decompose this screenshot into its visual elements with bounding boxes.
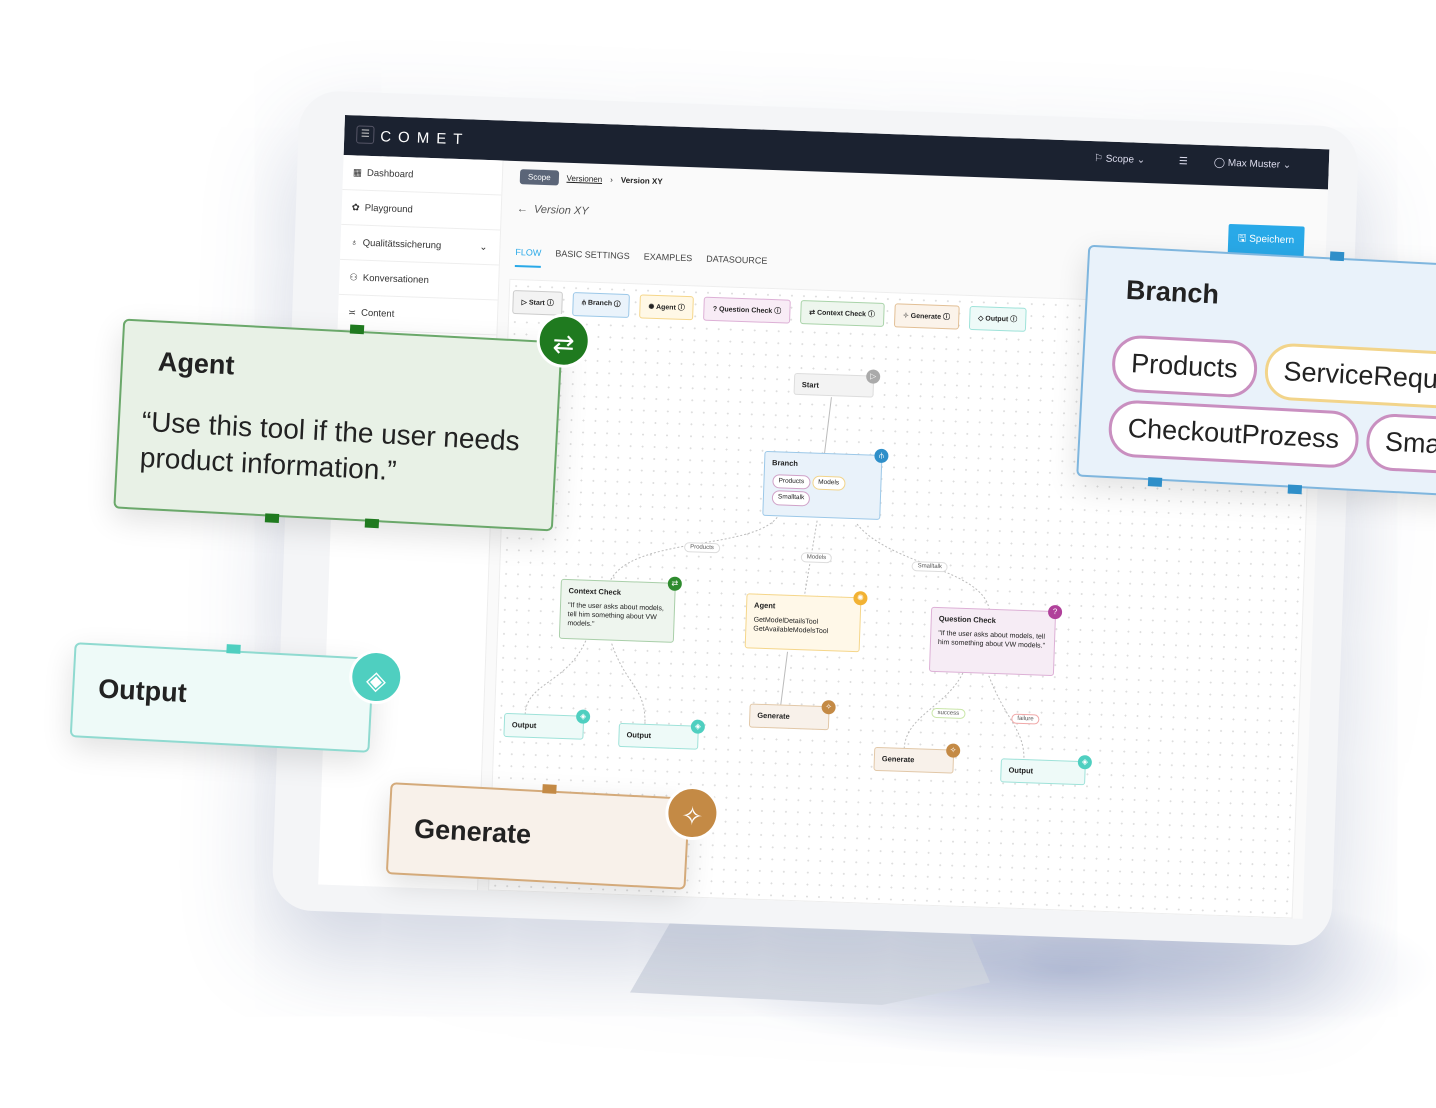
port xyxy=(264,513,280,524)
node-title: Output xyxy=(511,720,537,731)
port xyxy=(1329,251,1345,262)
node-agent[interactable]: Agent GetModelDetailsTool GetAvailableMode… xyxy=(744,591,868,653)
node-output-2[interactable]: Output ◈ xyxy=(618,719,706,750)
output-card-title: Output xyxy=(97,673,188,709)
node-title: Question Check xyxy=(938,614,997,626)
node-text: "If the user asks about models, tell him… xyxy=(567,601,664,628)
node-branch[interactable]: Branch Products ModelsSmalltalk ⫛ xyxy=(762,448,889,520)
node-title: Output xyxy=(626,730,652,741)
edge-label-failure: failure xyxy=(1011,713,1040,725)
node-title: Output xyxy=(1008,765,1034,776)
output-card: Output ◈ xyxy=(69,642,405,753)
agent-card-title: Agent xyxy=(157,346,236,381)
edge-label-success: success xyxy=(931,707,966,720)
branch-option: ServiceReque xyxy=(1263,342,1436,410)
port xyxy=(1147,477,1163,487)
agent-card: Agent “Use this tool if the user needs p… xyxy=(113,312,593,532)
branch-option: Smalltalk xyxy=(771,490,811,507)
branch-option: CheckoutProzess xyxy=(1107,399,1360,470)
node-title: Branch xyxy=(771,458,799,469)
node-output-1[interactable]: Output ◈ xyxy=(503,709,591,740)
node-title: Start xyxy=(801,380,820,390)
node-title: Agent xyxy=(753,600,776,611)
node-text: "If the user asks about models, tell him… xyxy=(937,629,1046,650)
branch-card: Branch Products ServiceReque CheckoutProz… xyxy=(1076,244,1436,498)
edge-start-branch xyxy=(823,397,832,455)
branch-option: Products xyxy=(1110,334,1259,399)
edge-label-models: Models xyxy=(800,552,833,564)
generate-card-title: Generate xyxy=(413,813,532,850)
node-start[interactable]: Start ▷ xyxy=(793,369,881,398)
port xyxy=(226,644,241,654)
edge-label-products: Products xyxy=(683,542,720,554)
port xyxy=(349,324,365,335)
branch-option: Models xyxy=(811,475,846,491)
branch-card-title: Branch xyxy=(1125,274,1220,310)
node-context-check[interactable]: Context Check "If the user asks about mod… xyxy=(558,576,683,643)
port xyxy=(1287,484,1303,495)
branch-option: Smallt xyxy=(1364,412,1436,476)
node-title: Context Check xyxy=(568,586,622,597)
agent-card-text: “Use this tool if the user needs product… xyxy=(139,405,521,487)
edge-context-output1 xyxy=(524,640,587,715)
generate-card: Generate ✧ xyxy=(385,782,721,890)
port xyxy=(542,784,557,794)
node-output-3[interactable]: Output ◈ xyxy=(1000,754,1093,786)
node-title: Generate xyxy=(881,754,915,765)
branch-card-options: Products ServiceReque CheckoutProzess Smal… xyxy=(1103,330,1436,482)
edge-label-smalltalk: Smalltalk xyxy=(911,561,949,573)
node-generate-2[interactable]: Generate ✧ xyxy=(873,743,961,774)
port xyxy=(364,518,380,529)
node-generate-1[interactable]: Generate ✧ xyxy=(748,699,836,731)
node-question-check[interactable]: Question Check "If the user asks about mo… xyxy=(928,604,1063,677)
node-title: Generate xyxy=(757,710,790,721)
edge-context-output2 xyxy=(611,643,646,725)
branch-option: Products xyxy=(772,473,811,490)
edge-agent-generate xyxy=(780,651,789,706)
